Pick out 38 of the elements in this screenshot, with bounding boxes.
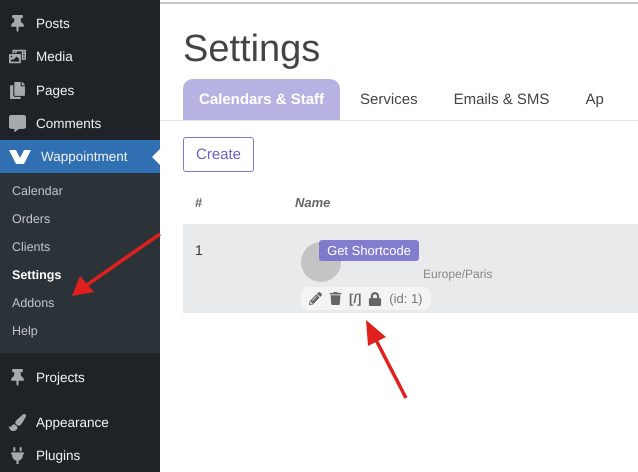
sidebar-item[interactable]: Posts: [0, 7, 160, 40]
edit-icon[interactable]: [309, 292, 322, 305]
sidebar-item[interactable]: Plugins: [0, 438, 160, 472]
pin-icon: [9, 15, 26, 32]
submenu-item[interactable]: Calendar: [0, 177, 160, 206]
tab[interactable]: Services: [344, 79, 434, 120]
plug-icon: [9, 446, 26, 464]
row-number: 1: [195, 242, 203, 260]
column-header: Name: [295, 195, 330, 210]
logo-icon: [9, 150, 31, 164]
media-icon: [9, 48, 26, 66]
lock-icon[interactable]: [368, 292, 382, 306]
create-button[interactable]: Create: [183, 137, 254, 172]
submenu-item[interactable]: Addons: [0, 289, 160, 318]
submenu-item[interactable]: Settings: [0, 261, 160, 290]
submenu-item[interactable]: Orders: [0, 205, 160, 234]
sidebar-item[interactable]: Projects: [0, 361, 160, 394]
timezone-text: Europe/Paris: [423, 267, 492, 281]
page-title: Settings: [183, 28, 322, 71]
current-pointer: [152, 149, 160, 165]
sidebar-item[interactable]: Pages: [0, 74, 160, 107]
comment-icon: [9, 114, 26, 132]
pages-icon: [9, 82, 26, 99]
submenu-item[interactable]: Clients: [0, 233, 160, 262]
id-label: (id: 1): [389, 291, 423, 306]
shortcode-button[interactable]: [/]: [349, 291, 362, 306]
sidebar-item[interactable]: Media: [0, 40, 160, 74]
tooltip: Get Shortcode: [319, 240, 419, 261]
sidebar-item[interactable]: Appearance: [0, 406, 160, 439]
tab[interactable]: Emails & SMS: [438, 79, 566, 120]
sidebar-item[interactable]: Comments: [0, 106, 160, 140]
pin-icon: [9, 369, 26, 386]
trash-icon[interactable]: [329, 292, 342, 305]
submenu-item[interactable]: Help: [0, 317, 160, 346]
tab[interactable]: Ap: [569, 79, 620, 120]
column-header: #: [195, 195, 204, 210]
sidebar-item[interactable]: Wappointment: [0, 140, 160, 174]
brush-icon: [9, 414, 26, 431]
